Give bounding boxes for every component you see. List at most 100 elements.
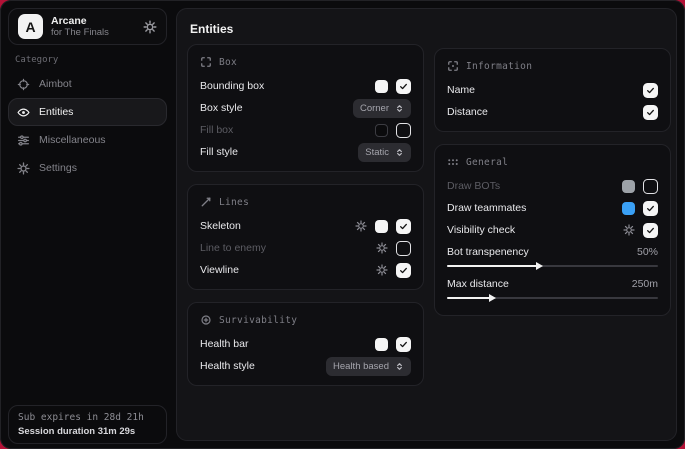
box-style-row: Box style Corner xyxy=(200,97,411,119)
grid-dots-icon xyxy=(447,156,459,168)
slider-thumb[interactable] xyxy=(536,262,543,270)
dropdown-value: Health based xyxy=(333,361,389,372)
visibility-settings-gear-icon[interactable] xyxy=(623,224,635,236)
row-label: Fill style xyxy=(200,146,238,158)
app-name: Arcane xyxy=(51,15,109,28)
draw-bots-row: Draw BOTs xyxy=(447,175,658,197)
row-label: Health style xyxy=(200,360,255,372)
sidebar-item-entities[interactable]: Entities xyxy=(8,98,167,126)
slider-fill xyxy=(447,297,491,299)
app-logo: A xyxy=(18,14,43,39)
box-corners-icon xyxy=(200,56,212,68)
check-icon xyxy=(399,82,408,91)
name-row: Name xyxy=(447,79,658,101)
health-bar-row: Health bar xyxy=(200,333,411,355)
line-to-enemy-settings-gear-icon[interactable] xyxy=(376,242,388,254)
max-distance-slider[interactable] xyxy=(447,297,658,299)
skeleton-settings-gear-icon[interactable] xyxy=(355,220,367,232)
health-style-dropdown[interactable]: Health based xyxy=(326,357,411,376)
check-icon xyxy=(646,226,655,235)
line-to-enemy-checkbox[interactable] xyxy=(396,241,411,256)
viewline-settings-gear-icon[interactable] xyxy=(376,264,388,276)
color-swatch[interactable] xyxy=(375,80,388,93)
draw-bots-checkbox[interactable] xyxy=(643,179,658,194)
life-circle-icon xyxy=(200,314,212,326)
page-title: Entities xyxy=(190,22,233,36)
sidebar-item-label: Miscellaneous xyxy=(39,134,106,146)
row-label: Draw BOTs xyxy=(447,180,500,192)
row-label: Name xyxy=(447,84,475,96)
row-label: Draw teammates xyxy=(447,202,526,214)
subscription-info-card: Sub expires in 28d 21h Session duration … xyxy=(8,405,167,444)
chevron-up-down-icon xyxy=(395,362,404,371)
card-title: Lines xyxy=(219,197,249,208)
health-bar-checkbox[interactable] xyxy=(396,337,411,352)
box-card-header: Box xyxy=(200,54,411,70)
row-label: Fill box xyxy=(200,124,233,136)
row-label: Line to enemy xyxy=(200,242,266,254)
color-swatch[interactable] xyxy=(375,220,388,233)
visibility-check-row: Visibility check xyxy=(447,219,658,241)
box-card: Box Bounding box Box style Corner xyxy=(187,44,424,172)
color-swatch[interactable] xyxy=(375,124,388,137)
name-checkbox[interactable] xyxy=(643,83,658,98)
sidebar-item-settings[interactable]: Settings xyxy=(8,154,167,182)
general-card-header: General xyxy=(447,154,658,170)
row-label: Health bar xyxy=(200,338,248,350)
check-icon xyxy=(399,266,408,275)
bounding-box-row: Bounding box xyxy=(200,75,411,97)
information-card-header: Information xyxy=(447,58,658,74)
sidebar-item-miscellaneous[interactable]: Miscellaneous xyxy=(8,126,167,154)
check-icon xyxy=(399,340,408,349)
fill-style-row: Fill style Static xyxy=(200,141,411,163)
line-to-enemy-row: Line to enemy xyxy=(200,237,411,259)
box-style-dropdown[interactable]: Corner xyxy=(353,99,411,118)
card-title: Box xyxy=(219,57,237,68)
viewline-checkbox[interactable] xyxy=(396,263,411,278)
sidebar-item-label: Aimbot xyxy=(39,78,72,90)
card-title: Survivability xyxy=(219,315,297,326)
bot-transparency-slider[interactable] xyxy=(447,265,658,267)
gear-icon xyxy=(17,162,30,175)
fill-box-checkbox[interactable] xyxy=(396,123,411,138)
color-swatch[interactable] xyxy=(375,338,388,351)
bounding-box-checkbox[interactable] xyxy=(396,79,411,94)
survivability-card: Survivability Health bar Health style He… xyxy=(187,302,424,386)
app-settings-gear-icon[interactable] xyxy=(143,20,157,34)
right-column: Information Name Distance xyxy=(434,48,671,328)
bot-transparency-row: Bot transpenency 50% xyxy=(447,243,658,261)
fill-style-dropdown[interactable]: Static xyxy=(358,143,411,162)
lines-card: Lines Skeleton Line to enemy xyxy=(187,184,424,290)
viewline-row: Viewline xyxy=(200,259,411,281)
row-label: Bounding box xyxy=(200,80,264,92)
draw-teammates-row: Draw teammates xyxy=(447,197,658,219)
sidebar-item-aimbot[interactable]: Aimbot xyxy=(8,70,167,98)
distance-checkbox[interactable] xyxy=(643,105,658,120)
color-swatch[interactable] xyxy=(622,180,635,193)
card-title: Information xyxy=(466,61,532,72)
app-header-card: A Arcane for The Finals xyxy=(8,8,167,45)
row-label: Bot transpenency xyxy=(447,246,529,258)
dropdown-value: Static xyxy=(365,147,389,158)
main-panel: Entities Box Bounding box Box style xyxy=(176,8,677,441)
row-label: Distance xyxy=(447,106,488,118)
skeleton-row: Skeleton xyxy=(200,215,411,237)
dropdown-value: Corner xyxy=(360,103,389,114)
draw-teammates-checkbox[interactable] xyxy=(643,201,658,216)
category-label: Category xyxy=(15,55,58,65)
check-icon xyxy=(646,204,655,213)
slider-thumb[interactable] xyxy=(489,294,496,302)
color-swatch[interactable] xyxy=(622,202,635,215)
eye-icon xyxy=(17,106,30,119)
crosshair-icon xyxy=(17,78,30,91)
scan-info-icon xyxy=(447,60,459,72)
lines-card-header: Lines xyxy=(200,194,411,210)
survivability-card-header: Survivability xyxy=(200,312,411,328)
slider-fill xyxy=(447,265,538,267)
diagonal-line-icon xyxy=(200,196,212,208)
check-icon xyxy=(646,86,655,95)
skeleton-checkbox[interactable] xyxy=(396,219,411,234)
sidebar-item-label: Entities xyxy=(39,106,73,118)
visibility-check-checkbox[interactable] xyxy=(643,223,658,238)
chevron-up-down-icon xyxy=(395,148,404,157)
